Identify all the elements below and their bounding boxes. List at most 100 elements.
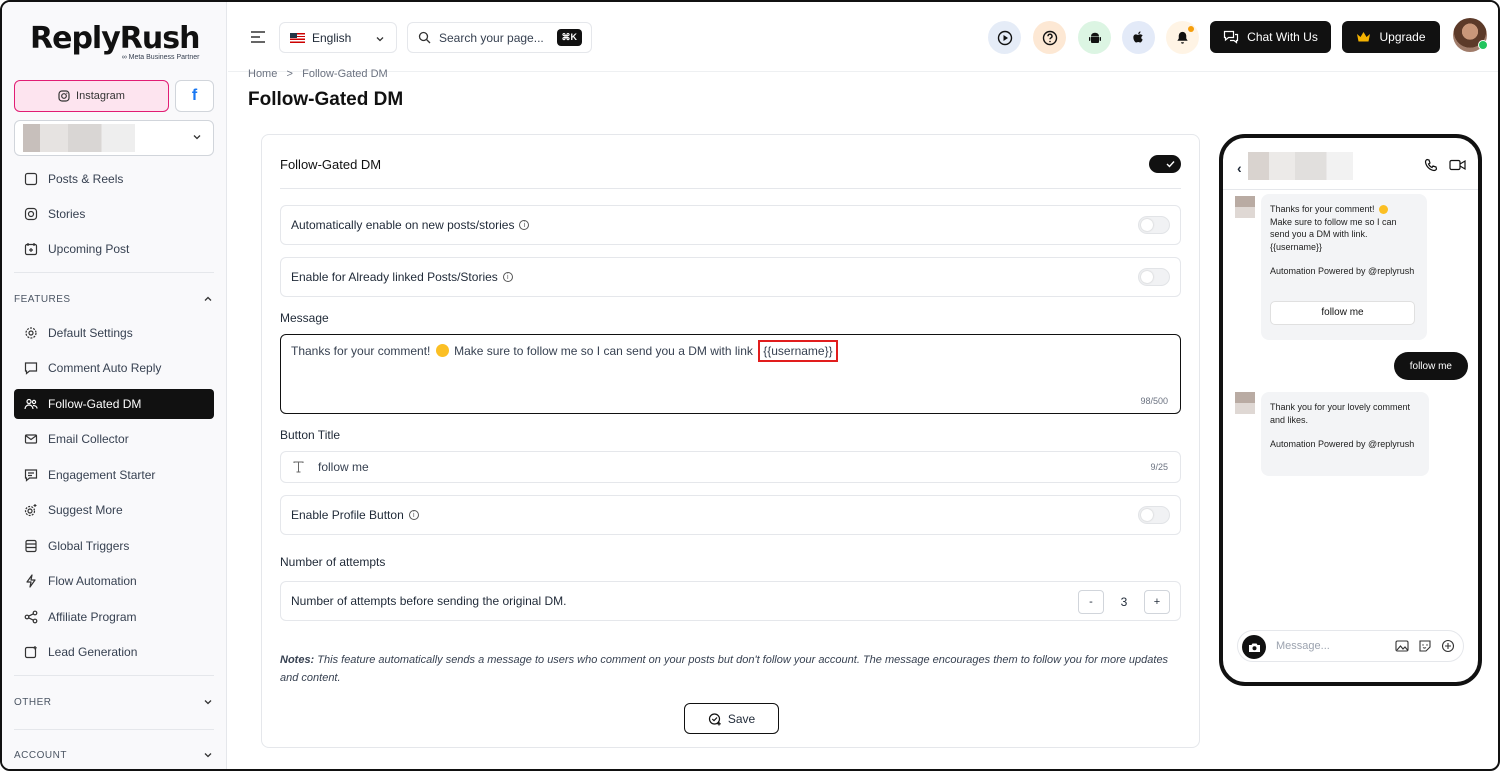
tutorial-button[interactable] — [988, 21, 1021, 54]
ios-app-button[interactable] — [1122, 21, 1155, 54]
sidebar-item-global-triggers[interactable]: Global Triggers — [14, 531, 214, 561]
button-title-label: Button Title — [280, 428, 341, 442]
sidebar-item-posts-reels[interactable]: Posts & Reels — [14, 164, 214, 194]
increment-button[interactable]: + — [1144, 590, 1170, 614]
settings-card: Follow-Gated DM Automatically enable on … — [261, 134, 1200, 748]
sticker-icon[interactable] — [1418, 639, 1432, 653]
sidebar-item-upcoming-post[interactable]: Upcoming Post — [14, 234, 214, 264]
search-shortcut-badge: ⌘K — [556, 29, 582, 46]
facebook-button[interactable]: f — [175, 80, 214, 112]
chat-bubbles-icon — [1224, 30, 1239, 44]
phone-message-input[interactable]: Message... — [1237, 630, 1464, 662]
brand-logo: ReplyRush ∞ Meta Business Partner — [30, 22, 200, 62]
search-icon — [418, 31, 431, 44]
attempts-stepper: - 3 + — [1078, 590, 1170, 614]
auto-enable-row: Automatically enable on new posts/storie… — [280, 205, 1181, 245]
notifications-button[interactable] — [1166, 21, 1199, 54]
button-title-value: follow me — [318, 460, 369, 474]
sidebar-item-follow-gated-dm[interactable]: Follow-Gated DM — [14, 389, 214, 419]
breadcrumb: Home > Follow-Gated DM — [248, 68, 388, 80]
language-select[interactable]: English — [279, 22, 397, 53]
bubble-2-line-1: Thank you for your lovely comment and li… — [1270, 402, 1411, 425]
video-call-icon — [1449, 159, 1466, 171]
info-icon[interactable]: i — [519, 220, 530, 230]
dm-bubble-1: Thanks for your comment! Make sure to fo… — [1261, 194, 1427, 340]
sidebar-item-label: Suggest More — [48, 503, 123, 517]
language-label: English — [312, 30, 352, 45]
sidebar-item-default-settings[interactable]: Default Settings — [14, 318, 214, 348]
chevron-down-icon — [204, 700, 212, 705]
save-button[interactable]: Save — [684, 703, 779, 734]
features-section-header[interactable]: FEATURES — [14, 293, 214, 305]
preview-follow-me-button[interactable]: follow me — [1270, 301, 1415, 325]
decrement-button[interactable]: - — [1078, 590, 1104, 614]
sent-message-bubble: follow me — [1393, 352, 1468, 380]
us-flag-icon — [290, 32, 305, 43]
sidebar-item-label: Follow-Gated DM — [48, 397, 142, 411]
other-section-header[interactable]: OTHER — [14, 696, 214, 708]
section-label: OTHER — [14, 696, 52, 708]
top-header: English Search your page... ⌘K Chat With… — [228, 2, 1498, 72]
already-linked-toggle[interactable] — [1138, 268, 1170, 286]
sidebar-item-label: Affiliate Program — [48, 610, 137, 624]
info-icon[interactable]: i — [408, 510, 419, 520]
sidebar-item-label: Email Collector — [48, 432, 129, 446]
sidebar-item-label: Global Triggers — [48, 539, 130, 553]
sidebar-item-lead-generation[interactable]: Lead Generation — [14, 637, 214, 667]
search-input[interactable]: Search your page... ⌘K — [407, 22, 592, 53]
upgrade-button[interactable]: Upgrade — [1342, 21, 1440, 53]
sidebar-item-label: Upcoming Post — [48, 242, 130, 256]
breadcrumb-separator: > — [286, 68, 293, 80]
menu-toggle-icon[interactable] — [250, 30, 266, 44]
android-app-button[interactable] — [1078, 21, 1111, 54]
comment-icon — [24, 362, 38, 375]
sidebar-item-stories[interactable]: Stories — [14, 199, 214, 229]
sidebar-item-engagement-starter[interactable]: Engagement Starter — [14, 460, 214, 490]
sidebar-item-comment-auto-reply[interactable]: Comment Auto Reply — [14, 353, 214, 383]
sidebar-item-affiliate-program[interactable]: Affiliate Program — [14, 602, 214, 632]
sidebar-item-label: Engagement Starter — [48, 468, 156, 482]
auto-enable-toggle[interactable] — [1138, 216, 1170, 234]
feature-toggle[interactable] — [1149, 155, 1181, 173]
image-icon[interactable] — [1395, 639, 1409, 653]
sidebar-item-flow-automation[interactable]: Flow Automation — [14, 566, 214, 596]
sidebar-item-suggest-more[interactable]: Suggest More — [14, 495, 214, 525]
instagram-label: Instagram — [76, 90, 125, 102]
notification-dot — [1188, 26, 1194, 32]
button-title-input[interactable]: follow me 9/25 — [280, 451, 1181, 483]
divider — [14, 729, 214, 730]
gear-icon — [25, 327, 37, 339]
notes-body: This feature automatically sends a messa… — [280, 654, 1169, 684]
profile-button-label: Enable Profile Button — [291, 508, 404, 522]
chevron-down-icon — [376, 37, 384, 42]
lightning-icon — [26, 574, 36, 588]
bubble-2-powered-by: Automation Powered by @replyrush — [1270, 439, 1415, 450]
sidebar-item-label: Stories — [48, 207, 86, 221]
sidebar-item-email-collector[interactable]: Email Collector — [14, 424, 214, 454]
chat-with-us-button[interactable]: Chat With Us — [1210, 21, 1331, 53]
message-label: Message — [280, 311, 329, 325]
phone-call-icon — [1424, 158, 1438, 172]
save-check-icon — [708, 712, 721, 725]
breadcrumb-home[interactable]: Home — [248, 68, 277, 80]
sidebar-item-label: Default Settings — [48, 326, 133, 340]
chevron-down-icon — [204, 753, 212, 758]
camera-icon[interactable] — [1242, 635, 1266, 659]
database-icon — [25, 539, 37, 553]
users-icon — [24, 398, 38, 410]
info-icon[interactable]: i — [502, 272, 513, 282]
save-label: Save — [727, 711, 756, 726]
button-title-counter: 9/25 — [1150, 462, 1168, 472]
message-textarea[interactable]: Thanks for your comment! Make sure to fo… — [280, 334, 1181, 414]
add-circle-icon[interactable] — [1441, 639, 1455, 653]
user-avatar[interactable] — [1453, 18, 1488, 52]
message-text-2: Make sure to follow me so I can send you… — [454, 344, 753, 358]
smile-emoji-icon — [1379, 205, 1389, 214]
help-button[interactable] — [1033, 21, 1066, 54]
message-char-counter: 98/500 — [1140, 396, 1168, 406]
account-section-header[interactable]: ACCOUNT — [14, 749, 214, 761]
instagram-button[interactable]: Instagram — [14, 80, 169, 112]
account-select[interactable] — [14, 120, 214, 156]
attempts-value: 3 — [1120, 595, 1128, 609]
profile-button-toggle[interactable] — [1138, 506, 1170, 524]
